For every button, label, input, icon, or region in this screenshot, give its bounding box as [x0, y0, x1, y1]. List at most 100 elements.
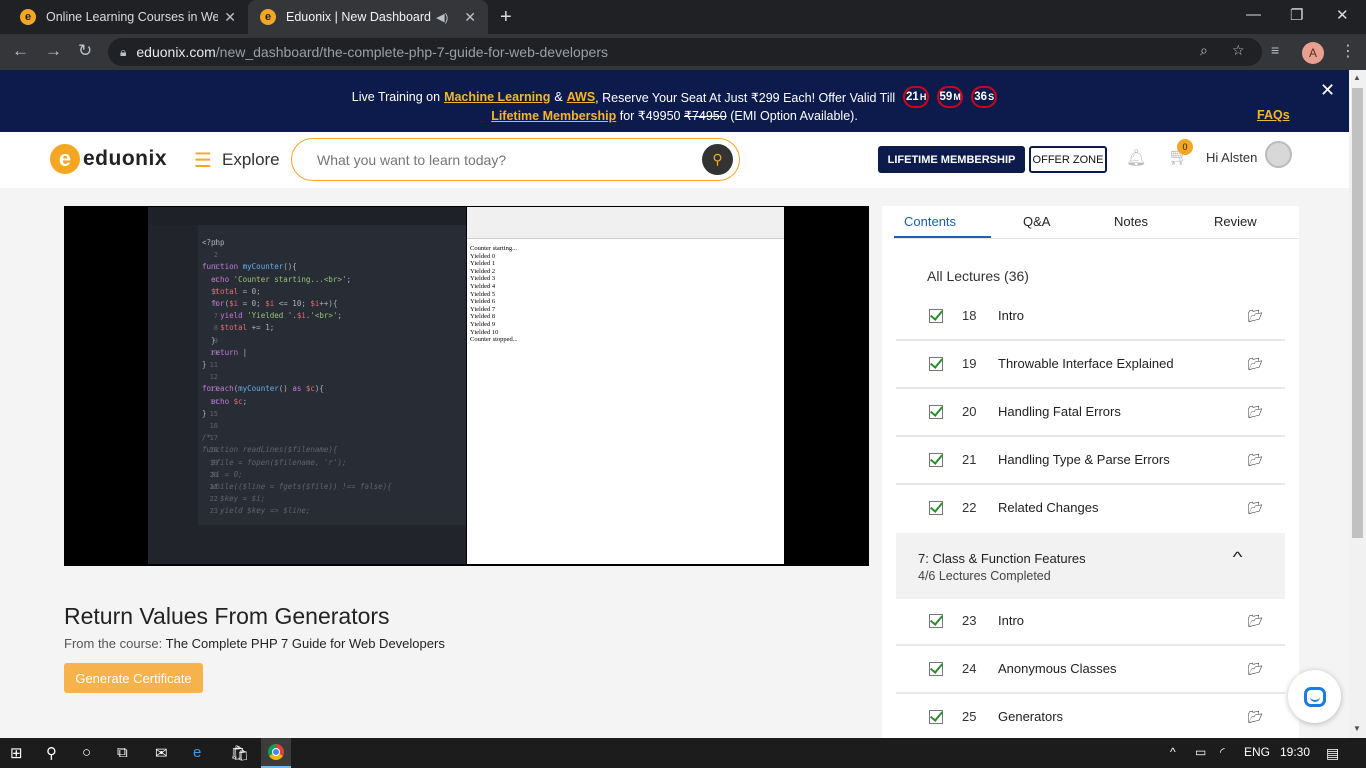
clock[interactable]: 19:30 [1280, 745, 1310, 759]
search-input[interactable] [317, 151, 687, 168]
generate-certificate-button[interactable]: Generate Certificate [64, 663, 203, 693]
browser-tab-dashboard[interactable]: e Eduonix | New Dashboard ◀) ✕ [248, 0, 488, 34]
completed-checkbox[interactable] [929, 309, 943, 323]
video-player[interactable]: 1 2 3 4 5 6 7 8 9 10 11 12 13 14 15 16 1… [64, 206, 869, 566]
lock-icon[interactable]: 🔒︎ [120, 45, 126, 60]
lifetime-membership-link[interactable]: Lifetime Membership [491, 109, 616, 123]
code-line: echo 'Counter starting...<br>'; [211, 274, 352, 284]
completed-checkbox[interactable] [929, 710, 943, 724]
tray-chevron-icon[interactable]: ^ [1170, 745, 1176, 759]
mail-icon[interactable]: ✉ [155, 744, 168, 762]
scroll-down-icon[interactable]: ▼ [1353, 724, 1361, 733]
completed-checkbox[interactable] [929, 453, 943, 467]
store-icon[interactable]: 🛍︎ [230, 744, 249, 762]
close-tab-icon[interactable]: ✕ [224, 9, 236, 26]
search-icon[interactable]: ⚲ [46, 744, 57, 762]
completed-checkbox[interactable] [929, 614, 943, 628]
section-header[interactable]: 7: Class & Function Features 4/6 Lecture… [896, 533, 1285, 599]
folder-icon[interactable]: 📂︎ [1248, 501, 1263, 515]
hamburger-menu-icon[interactable]: ☰ [194, 148, 212, 173]
lecture-item[interactable]: 23 Intro 📂︎ [896, 598, 1285, 646]
folder-icon[interactable]: 📂︎ [1248, 710, 1263, 724]
folder-icon[interactable]: 📂︎ [1248, 453, 1263, 467]
search-icon: ⚲ [712, 151, 723, 167]
language-indicator[interactable]: ENG [1244, 745, 1270, 759]
machine-learning-link[interactable]: Machine Learning [444, 90, 550, 104]
lecture-item[interactable]: 24 Anonymous Classes 📂︎ [896, 646, 1285, 694]
reload-icon[interactable]: ↻ [78, 41, 92, 61]
url-path: /new_dashboard/the-complete-php-7-guide-… [215, 44, 609, 60]
close-banner-icon[interactable]: ✕ [1320, 80, 1335, 101]
code-line: foreach(myCounter() as $c){ [202, 384, 324, 394]
lecture-item[interactable]: 22 Related Changes 📂︎ [896, 485, 1285, 533]
completed-checkbox[interactable] [929, 357, 943, 371]
banner-amp: & [554, 90, 563, 104]
course-name-link[interactable]: The Complete PHP 7 Guide for Web Develop… [166, 636, 445, 651]
lifetime-membership-button[interactable]: LIFETIME MEMBERSHIP [878, 146, 1025, 173]
faqs-link[interactable]: FAQs [1257, 108, 1290, 122]
offer-zone-button[interactable]: OFFER ZONE [1029, 146, 1107, 173]
scroll-up-icon[interactable]: ▲ [1353, 73, 1361, 82]
folder-icon[interactable]: 📂︎ [1248, 309, 1263, 323]
page-scrollbar[interactable]: ▲ ▼ [1349, 70, 1366, 738]
close-window-icon[interactable]: ✕ [1336, 6, 1349, 24]
notification-bell-icon[interactable]: 🔔︎ [1126, 148, 1146, 168]
eduonix-logo[interactable]: e eduonix [50, 144, 167, 174]
cortana-icon[interactable]: ○ [82, 744, 91, 761]
tab-review[interactable]: Review [1214, 214, 1257, 229]
code-text: <?php function myCounter(){ echo 'Counte… [202, 237, 392, 518]
tab-qa[interactable]: Q&A [1023, 214, 1050, 229]
maximize-icon[interactable]: ❐ [1290, 6, 1303, 24]
explore-menu[interactable]: Explore [222, 150, 280, 170]
chrome-menu-icon[interactable]: ⋮ [1340, 41, 1356, 61]
minimize-icon[interactable]: — [1246, 6, 1261, 23]
forward-icon[interactable]: → [45, 41, 62, 61]
tab-contents[interactable]: Contents [904, 214, 956, 229]
banner-emi-note: (EMI Option Available). [730, 109, 858, 123]
zoom-icon[interactable]: ⌕ [1200, 42, 1208, 59]
back-icon[interactable]: ← [12, 41, 29, 61]
folder-icon[interactable]: 📂︎ [1248, 405, 1263, 419]
new-tab-button[interactable]: + [500, 6, 512, 29]
folder-icon[interactable]: 📂︎ [1248, 614, 1263, 628]
timer-seconds: 36 S [971, 86, 998, 108]
panel-tabs: Contents Q&A Notes Review [894, 206, 1299, 239]
notifications-icon[interactable]: ▤ [1326, 745, 1339, 762]
completed-checkbox[interactable] [929, 662, 943, 676]
user-greeting[interactable]: Hi Alsten [1206, 150, 1257, 165]
media-control-icon[interactable]: ≡ [1271, 42, 1279, 58]
lecture-item[interactable]: 20 Handling Fatal Errors 📂︎ [896, 389, 1285, 437]
code-line: } [202, 335, 216, 345]
from-course-label: From the course: [64, 636, 163, 651]
lecture-item[interactable]: 19 Throwable Interface Explained 📂︎ [896, 341, 1285, 389]
chrome-taskbar-button[interactable] [261, 738, 291, 768]
banner-middle: , Reserve Your Seat At Just ₹299 Each! O… [595, 90, 896, 105]
lecture-name: Throwable Interface Explained [998, 356, 1174, 371]
tab-notes[interactable]: Notes [1114, 214, 1148, 229]
profile-avatar[interactable]: A [1302, 42, 1324, 64]
chat-support-button[interactable] [1288, 670, 1341, 723]
address-bar[interactable]: 🔒︎ eduonix.com/new_dashboard/the-complet… [108, 38, 1262, 66]
chevron-up-icon[interactable]: ^ [1233, 549, 1243, 566]
bookmark-star-icon[interactable]: ☆ [1232, 42, 1245, 59]
windows-start-icon[interactable]: ⊞ [10, 744, 23, 762]
scrollbar-thumb[interactable] [1352, 88, 1363, 538]
edge-icon[interactable]: e [193, 744, 201, 761]
lecture-item[interactable]: 21 Handling Type & Parse Errors 📂︎ [896, 437, 1285, 485]
task-view-icon[interactable]: ⧉ [117, 744, 128, 761]
folder-icon[interactable]: 📂︎ [1248, 662, 1263, 676]
speaker-icon[interactable]: ◀) [436, 11, 448, 24]
user-avatar[interactable] [1265, 141, 1292, 168]
browser-tab-online-learning[interactable]: e Online Learning Courses in Web, ✕ [8, 0, 248, 34]
completed-checkbox[interactable] [929, 501, 943, 515]
lecture-item[interactable]: 18 Intro 📂︎ [896, 293, 1285, 341]
close-tab-icon[interactable]: ✕ [464, 9, 476, 26]
completed-checkbox[interactable] [929, 405, 943, 419]
wifi-icon[interactable]: ◜ [1220, 745, 1225, 759]
battery-icon[interactable]: ▭ [1195, 745, 1206, 759]
search-button[interactable]: ⚲ [702, 144, 733, 175]
folder-icon[interactable]: 📂︎ [1248, 357, 1263, 371]
lecture-item[interactable]: 25 Generators 📂︎ [896, 694, 1285, 742]
aws-link[interactable]: AWS [567, 90, 595, 104]
